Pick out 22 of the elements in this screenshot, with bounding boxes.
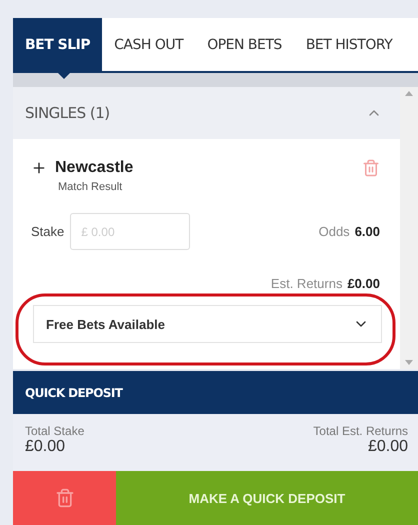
scroll-up-icon[interactable] xyxy=(405,91,413,96)
trash-icon[interactable] xyxy=(362,159,380,177)
returns-value: £0.00 xyxy=(347,276,380,291)
selection-name: Newcastle xyxy=(55,159,134,177)
plus-icon[interactable] xyxy=(31,160,47,176)
tab[interactable]: BET SLIP xyxy=(13,18,102,71)
quick-deposit-title: QUICK DEPOSIT xyxy=(25,386,122,400)
odds-label: Odds xyxy=(318,224,350,238)
stake-label: Stake xyxy=(31,224,64,239)
market-name: Match Result xyxy=(58,181,124,193)
odds-value: 6.00 xyxy=(354,224,380,238)
total-returns-value: £0.00 xyxy=(368,438,408,456)
section-title: SINGLES (1) xyxy=(25,104,110,122)
total-stake-value: £0.00 xyxy=(25,438,66,456)
free-bets-dropdown[interactable]: Free Bets Available xyxy=(33,305,382,343)
delete-button[interactable] xyxy=(13,471,116,525)
total-stake-label: Total Stake xyxy=(25,424,84,438)
scrollbar[interactable] xyxy=(400,87,418,369)
total-returns-label: Total Est. Returns xyxy=(313,424,408,438)
returns-label: Est. Returns xyxy=(270,276,342,291)
trash-icon xyxy=(54,488,74,508)
scroll-down-icon[interactable] xyxy=(405,360,413,365)
